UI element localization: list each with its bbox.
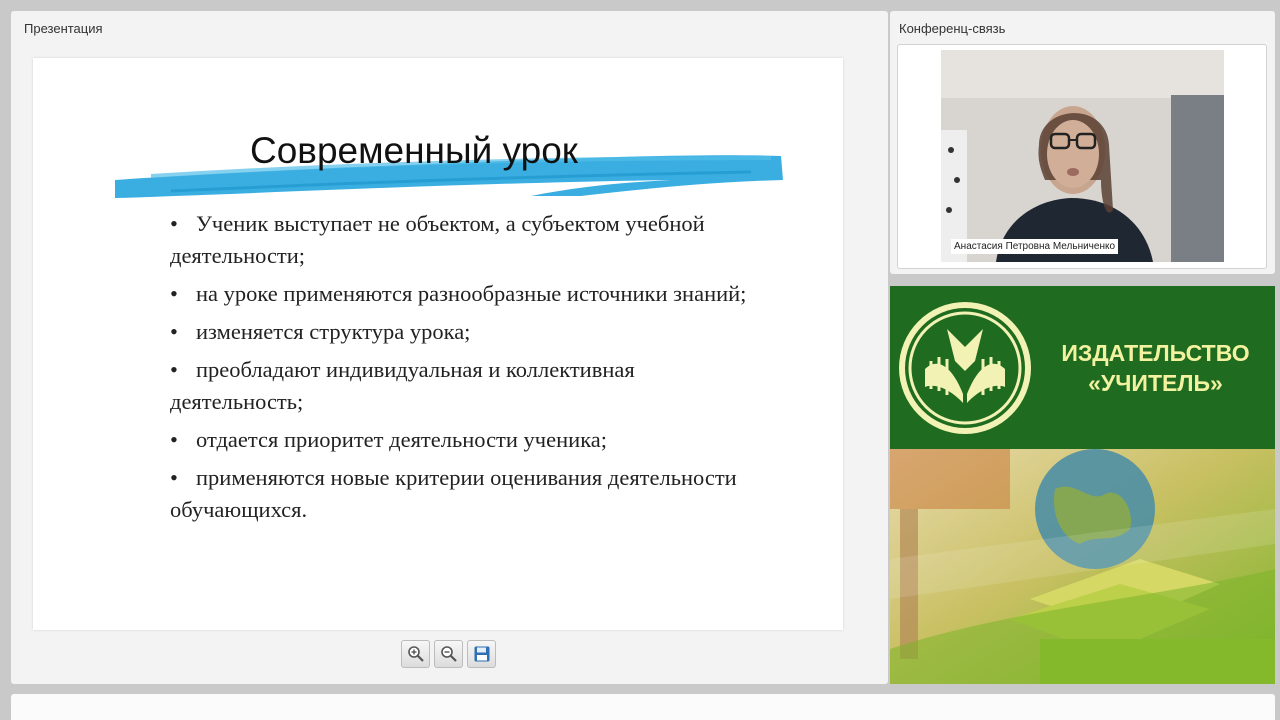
bullet-dot: • <box>170 319 178 344</box>
floppy-disk-icon <box>474 646 489 662</box>
banner-image <box>890 449 1275 684</box>
conference-panel-title: Конференц-связь <box>899 21 1006 36</box>
zoom-out-button[interactable] <box>434 640 463 668</box>
bullet-text: применяются новые критерии оценивания де… <box>170 465 737 522</box>
list-item: • преобладают индивидуальная и коллективн… <box>170 354 770 418</box>
participant-name-label: Анастасия Петровна Мельниченко <box>951 239 1119 254</box>
save-button[interactable] <box>467 640 496 668</box>
zoom-in-icon <box>407 646 424 662</box>
list-item: • Ученик выступает не объектом, а субъект… <box>170 208 770 272</box>
publisher-title: ИЗДАТЕЛЬСТВО «УЧИТЕЛЬ» <box>1038 338 1273 398</box>
publisher-logo <box>899 302 1031 434</box>
bullet-text: Ученик выступает не объектом, а субъекто… <box>170 211 705 268</box>
publisher-title-line2: «УЧИТЕЛЬ» <box>1088 370 1223 396</box>
bullet-dot: • <box>170 427 178 452</box>
bullet-text: изменяется структура урока; <box>196 319 471 344</box>
list-item: • изменяется структура урока; <box>170 316 770 348</box>
bullet-text: на уроке применяются разнообразные источ… <box>196 281 747 306</box>
bullet-text: преобладают индивидуальная и коллективна… <box>170 357 635 414</box>
bullet-dot: • <box>170 465 178 490</box>
publisher-banner: ИЗДАТЕЛЬСТВО «УЧИТЕЛЬ» <box>890 286 1275 684</box>
bullet-text: отдается приоритет деятельности ученика; <box>196 427 608 452</box>
presentation-slide: Современный урок • Ученик выступает не об… <box>33 58 843 630</box>
list-item: • отдается приоритет деятельности ученика… <box>170 424 770 456</box>
participant-video-image <box>941 50 1224 262</box>
conference-panel: Конференц-связь Анастасия Петровна Мельн… <box>890 11 1275 274</box>
publisher-title-line1: ИЗДАТЕЛЬСТВО <box>1061 340 1250 366</box>
participant-video[interactable] <box>941 50 1224 262</box>
bullet-dot: • <box>170 211 178 236</box>
bottom-panel <box>11 694 1275 720</box>
video-frame: Анастасия Петровна Мельниченко <box>897 44 1267 269</box>
presentation-panel: Презентация Современный урок • Ученик выс… <box>11 11 888 684</box>
slide-title: Современный урок <box>250 130 578 171</box>
presentation-panel-title: Презентация <box>24 21 103 36</box>
bullet-dot: • <box>170 281 178 306</box>
zoom-in-button[interactable] <box>401 640 430 668</box>
list-item: • на уроке применяются разнообразные исто… <box>170 278 770 310</box>
books-globe-illustration <box>890 449 1275 684</box>
list-item: • применяются новые критерии оценивания д… <box>170 462 770 526</box>
slide-bullet-list: • Ученик выступает не объектом, а субъект… <box>170 208 770 532</box>
zoom-out-icon <box>440 646 457 662</box>
bullet-dot: • <box>170 357 178 382</box>
slide-toolbar <box>401 640 496 670</box>
banner-header: ИЗДАТЕЛЬСТВО «УЧИТЕЛЬ» <box>890 286 1275 449</box>
